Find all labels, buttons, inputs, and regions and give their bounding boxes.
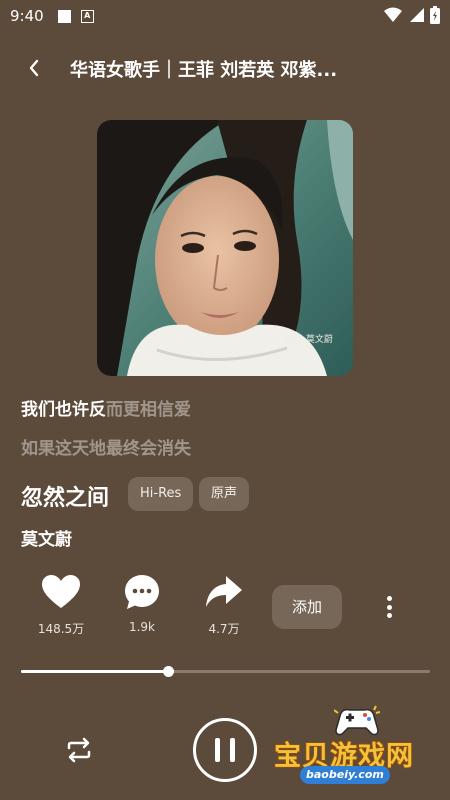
repeat-icon [67, 737, 91, 763]
song-title: 忽然之间 [21, 486, 110, 511]
share-button[interactable]: 4.7万 [189, 570, 259, 637]
status-time: 9:40 [10, 7, 44, 25]
status-icons [384, 6, 440, 24]
progress-slider[interactable] [21, 666, 430, 677]
progress-thumb[interactable] [163, 666, 175, 677]
repeat-mode-button[interactable] [63, 734, 95, 766]
original-sound-tag[interactable]: 原声 [199, 477, 250, 511]
notification-square-icon [57, 9, 71, 23]
artist-name[interactable]: 莫文蔚 [21, 525, 72, 550]
pause-button[interactable] [193, 718, 257, 782]
hires-tag[interactable]: Hi-Res [128, 477, 194, 511]
lyric-unsung-part: 而更相信爱 [106, 400, 191, 420]
gamepad-icon [334, 705, 380, 736]
chevron-left-icon [29, 59, 39, 77]
wifi-icon [384, 7, 402, 22]
watermark-url: baobeiy.com [300, 766, 390, 784]
lyric-line-next[interactable]: 如果这天地最终会消失 [21, 434, 191, 459]
lyric-next-text: 如果这天地最终会消失 [21, 439, 191, 459]
status-bar: 9:40 A [0, 0, 450, 32]
like-button[interactable]: 148.5万 [26, 570, 96, 637]
signal-icon [410, 8, 424, 22]
like-count: 148.5万 [37, 622, 85, 636]
pause-icon-bar [230, 738, 235, 762]
watermark-logo: 宝贝游戏网 baobeiy.com [272, 700, 422, 790]
share-icon [206, 576, 242, 607]
album-cover[interactable]: 就是 莫文蔚 [97, 120, 353, 376]
pause-icon-bar [215, 738, 220, 762]
header: 华语女歌手｜王菲 刘若英 邓紫... [0, 48, 450, 88]
more-options-button[interactable] [378, 592, 400, 622]
playlist-title[interactable]: 华语女歌手｜王菲 刘若英 邓紫... [70, 56, 370, 82]
more-dot [386, 604, 392, 610]
comment-count: 1.9k [128, 620, 156, 634]
lyric-line-current[interactable]: 我们也许反而更相信爱 [21, 395, 191, 420]
cover-caption: 就是 莫文蔚 [285, 333, 333, 345]
lyric-sung-part: 我们也许反 [21, 400, 106, 420]
add-button[interactable]: 添加 [272, 585, 342, 629]
more-dot [386, 596, 392, 601]
share-count: 4.7万 [208, 622, 240, 636]
progress-fill [21, 670, 169, 673]
comment-button[interactable]: 1.9k [107, 570, 177, 634]
back-button[interactable] [20, 54, 48, 82]
comment-icon [125, 575, 159, 609]
battery-icon [430, 6, 440, 24]
heart-icon [42, 575, 80, 608]
notification-a-icon: A [80, 9, 94, 23]
more-dot [386, 613, 392, 618]
album-art: 就是 莫文蔚 [97, 120, 353, 376]
